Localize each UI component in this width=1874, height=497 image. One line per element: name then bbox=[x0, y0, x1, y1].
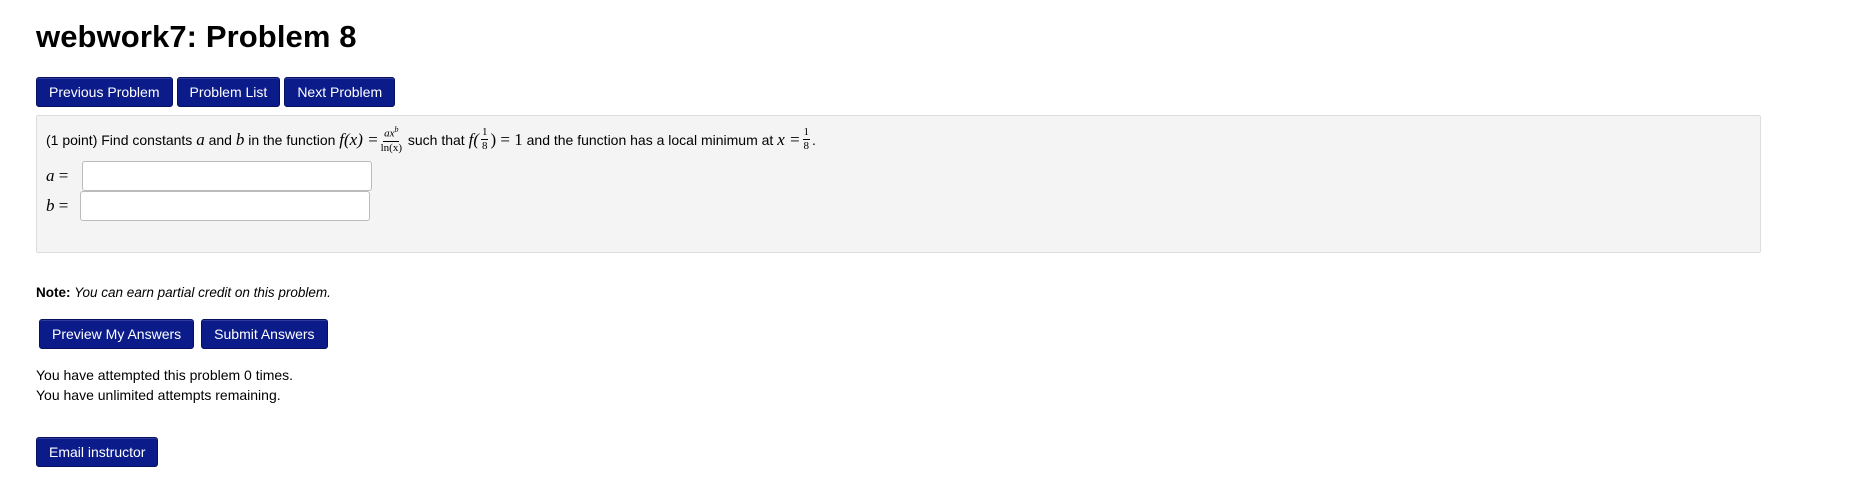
math-var-a: a bbox=[196, 129, 205, 149]
problem-statement: (1 point) Find constants a and b in the … bbox=[46, 126, 816, 154]
math-f-close: ) = 1 bbox=[490, 129, 523, 149]
preview-answers-button[interactable]: Preview My Answers bbox=[39, 319, 195, 349]
previous-problem-button[interactable]: Previous Problem bbox=[36, 77, 173, 107]
answer-input-a[interactable] bbox=[82, 161, 372, 191]
attempts-remaining: You have unlimited attempts remaining. bbox=[36, 387, 281, 403]
frac-min-num: 1 bbox=[802, 126, 810, 141]
problem-box: (1 point) Find constants a and b in the … bbox=[36, 115, 1761, 253]
frac-numerator: axb bbox=[383, 125, 400, 142]
answer-row-b: b = bbox=[46, 191, 370, 221]
answer-row-a: a = bbox=[46, 161, 372, 191]
math-fraction-one-eighth: 1 8 bbox=[480, 126, 489, 153]
such-that-text: such that bbox=[407, 131, 465, 148]
math-var-b: b bbox=[235, 129, 245, 149]
answer-label-a: a = bbox=[46, 166, 69, 185]
answer-label-b: b = bbox=[46, 196, 69, 215]
math-f-at: f( bbox=[468, 129, 479, 149]
problem-intro: (1 point) Find constants bbox=[46, 131, 193, 148]
math-x-eq: x = bbox=[777, 129, 801, 149]
attempts-count: You have attempted this problem 0 times. bbox=[36, 367, 294, 383]
page-container: webwork7: Problem 8 Previous Problem Pro… bbox=[36, 14, 1776, 467]
problem-nav: Previous Problem Problem List Next Probl… bbox=[36, 77, 396, 107]
math-fraction-function: axb ln(x) bbox=[381, 126, 402, 154]
frac-one-eighth-num: 1 bbox=[480, 126, 489, 141]
problem-list-button[interactable]: Problem List bbox=[176, 77, 281, 107]
email-instructor-button[interactable]: Email instructor bbox=[36, 437, 159, 467]
note-text: You can earn partial credit on this prob… bbox=[74, 285, 331, 300]
local-min-text: and the function has a local minimum at bbox=[526, 131, 774, 148]
answer-input-b[interactable] bbox=[80, 191, 370, 221]
note-label: Note: bbox=[36, 285, 71, 300]
next-problem-button[interactable]: Next Problem bbox=[284, 77, 396, 107]
page-title: webwork7: Problem 8 bbox=[36, 19, 357, 54]
partial-credit-note: Note: You can earn partial credit on thi… bbox=[36, 284, 331, 302]
frac-one-eighth-den: 8 bbox=[481, 140, 488, 153]
attempts-info: You have attempted this problem 0 times.… bbox=[36, 365, 293, 405]
period: . bbox=[812, 131, 816, 148]
answer-actions: Preview My Answers Submit Answers bbox=[39, 319, 328, 349]
frac-numerator-exponent: b bbox=[394, 125, 399, 134]
in-function-text: in the function bbox=[248, 131, 336, 148]
frac-denominator: ln(x) bbox=[380, 141, 402, 154]
and-text: and bbox=[208, 131, 232, 148]
math-fraction-min: 1 8 bbox=[802, 126, 810, 153]
email-row: Email instructor bbox=[36, 437, 159, 467]
frac-min-den: 8 bbox=[803, 140, 810, 153]
math-f-lhs: f(x) = bbox=[339, 129, 379, 149]
submit-answers-button[interactable]: Submit Answers bbox=[201, 319, 328, 349]
